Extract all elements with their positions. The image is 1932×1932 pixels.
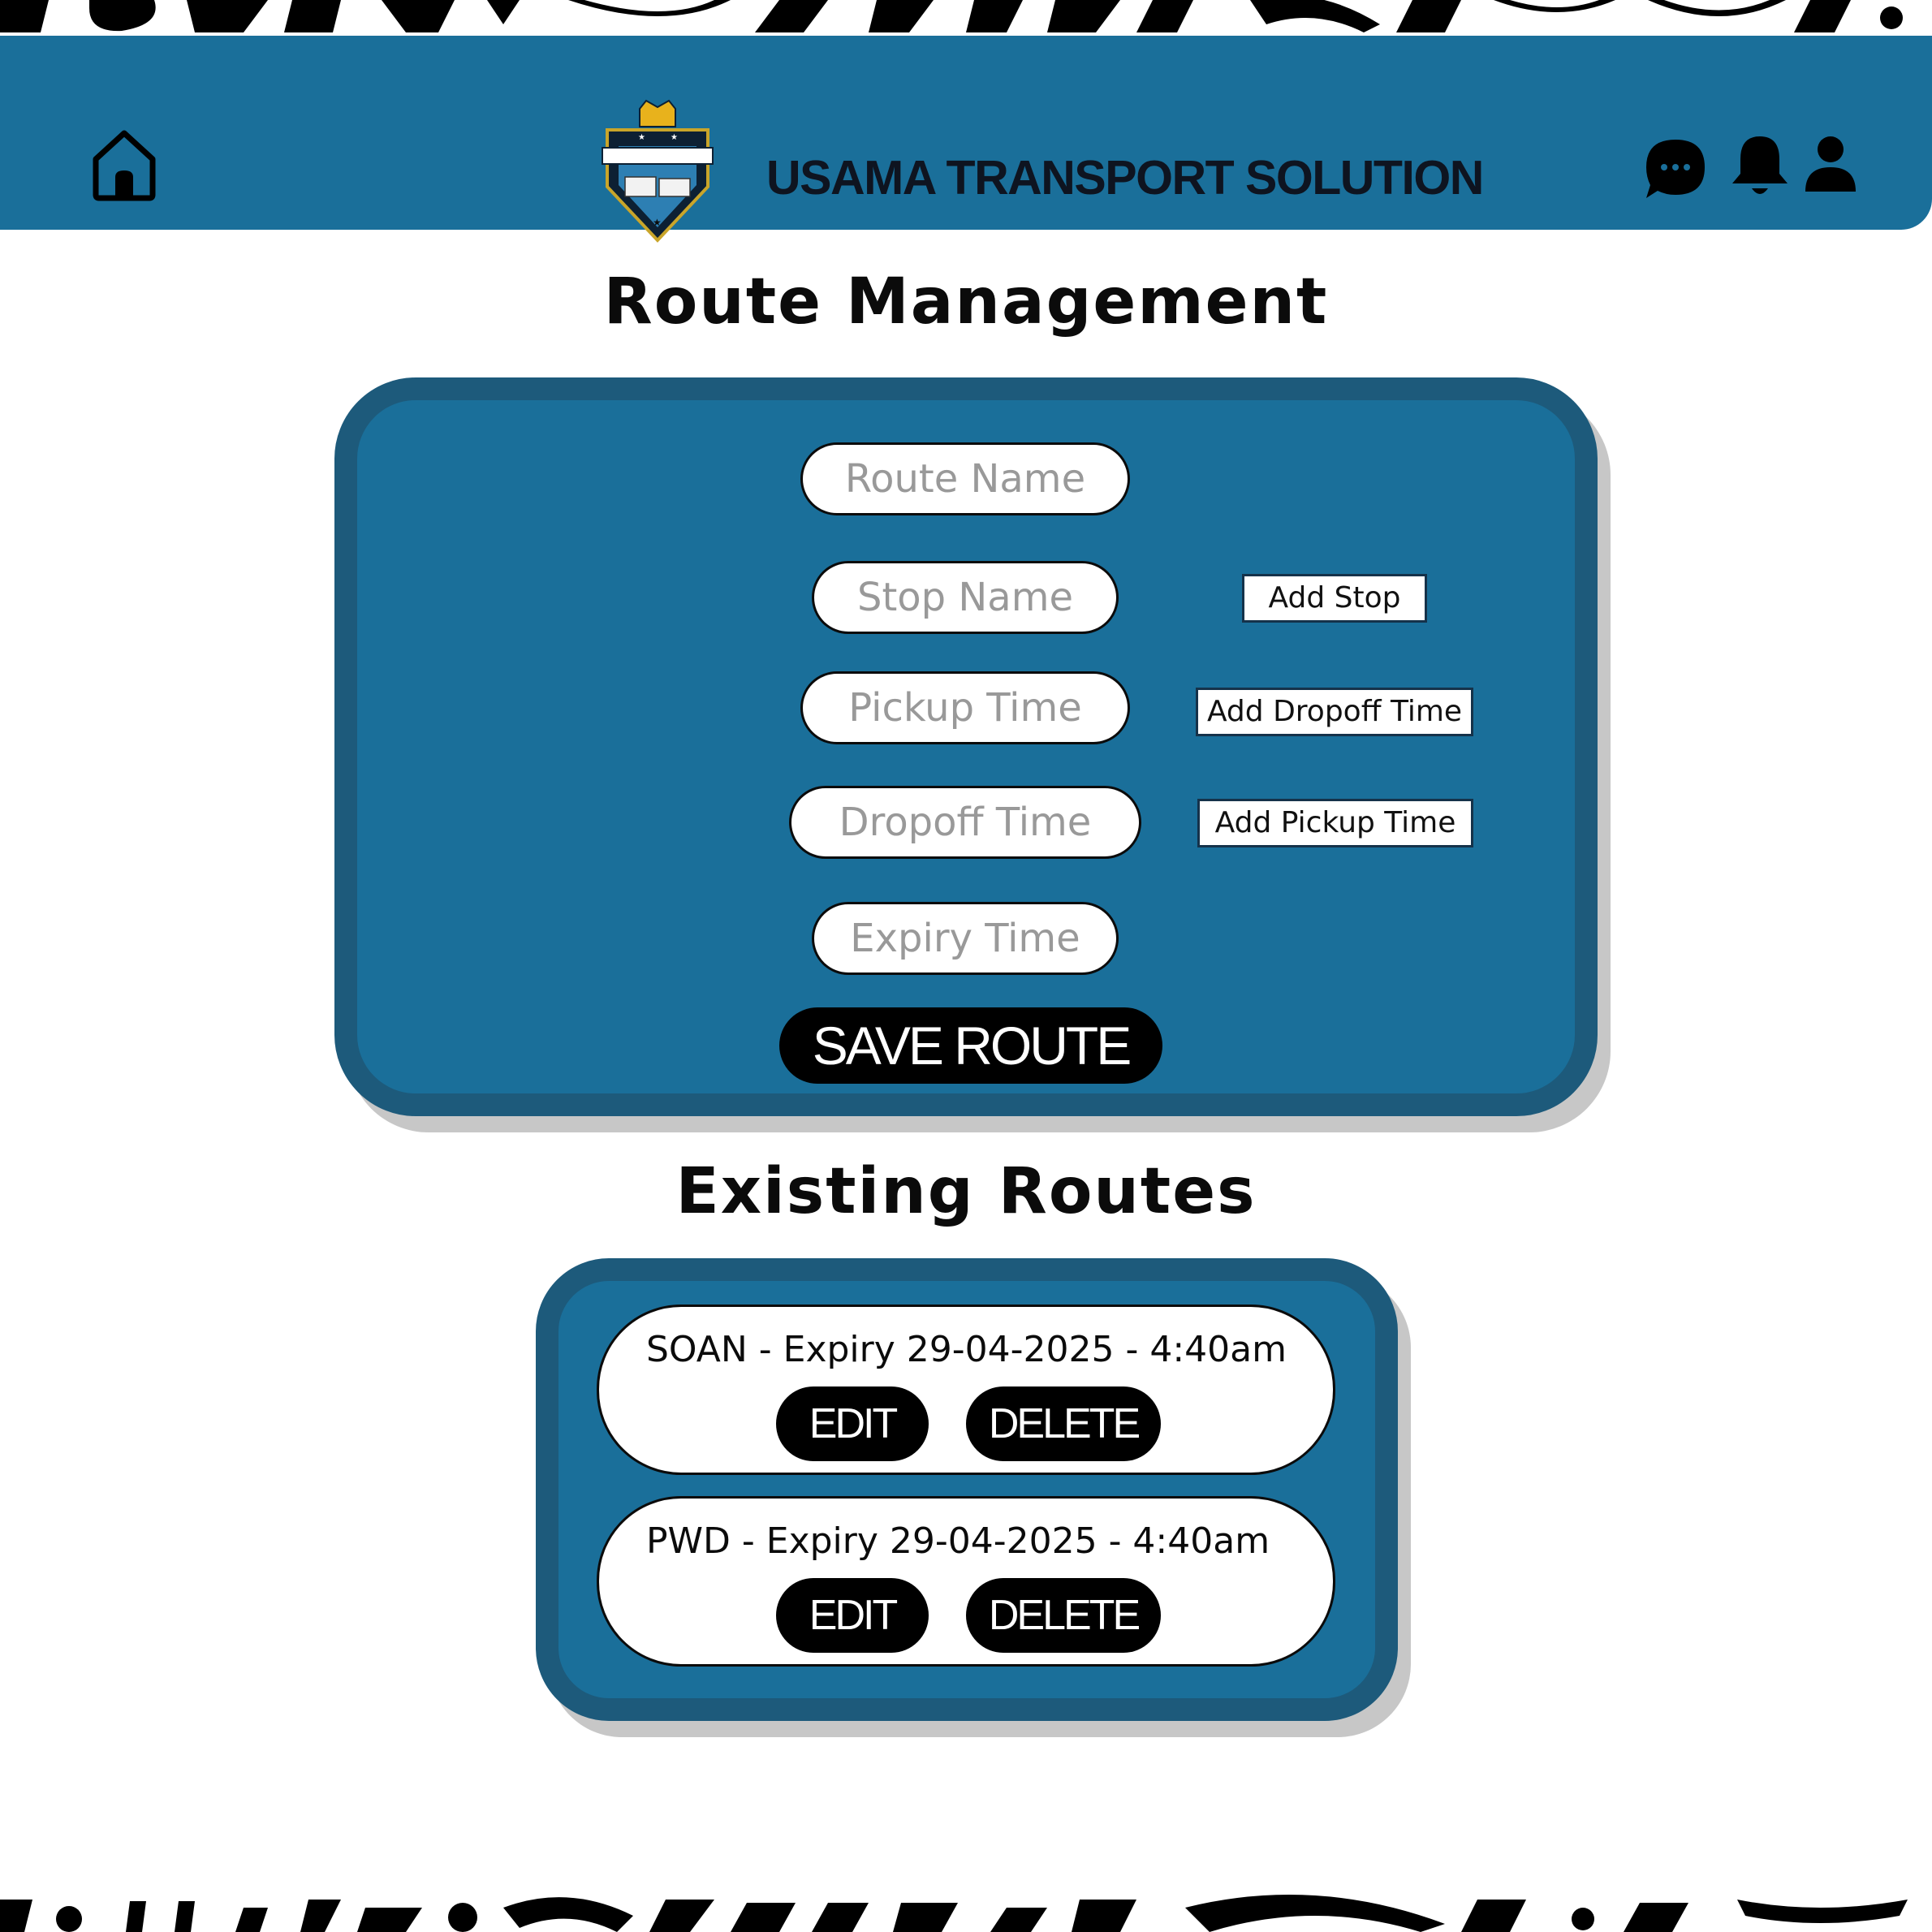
company-logo: ★ ★ ★: [602, 99, 714, 243]
svg-text:★: ★: [671, 133, 678, 142]
dropoff-time-input[interactable]: [789, 786, 1141, 859]
user-icon[interactable]: [1804, 135, 1857, 193]
chat-icon[interactable]: [1643, 136, 1708, 201]
edit-route-button[interactable]: EDIT: [776, 1386, 929, 1461]
delete-route-button[interactable]: DELETE: [966, 1386, 1161, 1461]
delete-route-button[interactable]: DELETE: [966, 1578, 1161, 1653]
app-header: ★ ★ ★ USAMA TRANSPORT SOLUTION: [0, 36, 1932, 243]
pickup-time-input[interactable]: [800, 671, 1130, 744]
svg-text:★: ★: [653, 217, 662, 228]
save-route-button[interactable]: SAVE ROUTE: [779, 1007, 1162, 1084]
route-card: SOAN - Expiry 29-04-2025 - 4:40am EDIT D…: [597, 1305, 1335, 1475]
existing-routes-title: Existing Routes: [675, 1155, 1257, 1228]
edit-route-button[interactable]: EDIT: [776, 1578, 929, 1653]
route-card-label: PWD - Expiry 29-04-2025 - 4:40am: [646, 1520, 1270, 1562]
add-dropoff-time-button[interactable]: Add Dropoff Time: [1196, 688, 1473, 736]
decorative-top-border: [0, 0, 1932, 37]
decorative-bottom-border: [0, 1891, 1932, 1932]
route-name-input[interactable]: [800, 442, 1130, 515]
add-pickup-time-button[interactable]: Add Pickup Time: [1197, 799, 1473, 847]
svg-text:★: ★: [638, 133, 645, 142]
route-management-title: Route Management: [603, 265, 1329, 339]
home-icon[interactable]: [89, 127, 159, 201]
route-card: PWD - Expiry 29-04-2025 - 4:40am EDIT DE…: [597, 1496, 1335, 1667]
add-stop-button[interactable]: Add Stop: [1242, 574, 1427, 623]
bell-icon[interactable]: [1729, 133, 1791, 200]
expiry-time-input[interactable]: [812, 902, 1119, 975]
stop-name-input[interactable]: [812, 561, 1119, 634]
route-card-label: SOAN - Expiry 29-04-2025 - 4:40am: [646, 1329, 1287, 1370]
app-title: USAMA TRANSPORT SOLUTION: [766, 151, 1484, 205]
